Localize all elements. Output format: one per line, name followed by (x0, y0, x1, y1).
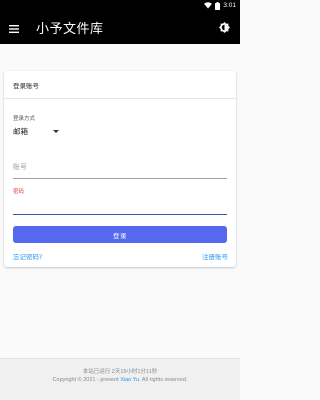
author-link[interactable]: Xiao Yu (120, 377, 139, 383)
copyright-prefix: Copyright © 2021 - present (52, 377, 119, 383)
app-bar: 小予文件库 (0, 11, 240, 44)
login-method-value: 邮箱 (13, 126, 28, 136)
copyright-suffix: . All rights reserved. (139, 377, 188, 383)
password-label: 密码 (13, 189, 25, 195)
chevron-down-icon (53, 129, 59, 133)
app-title: 小予文件库 (36, 22, 104, 37)
account-input[interactable]: 账号 (13, 155, 227, 179)
login-card: 登录账号 登录方式 邮箱 账号 密码 登录 忘记密码? 注册账号 (4, 71, 236, 267)
forgot-password-link[interactable]: 忘记密码? (13, 251, 42, 261)
login-button[interactable]: 登录 (13, 226, 227, 243)
status-bar: 3:01 (0, 0, 240, 11)
password-input[interactable]: 密码 (13, 186, 227, 215)
footer: 本站已运行 2天15小时1分11秒 Copyright © 2021 - pre… (0, 358, 240, 400)
login-method-select[interactable]: 邮箱 (13, 124, 59, 138)
account-placeholder: 账号 (13, 163, 27, 171)
menu-icon (9, 18, 19, 37)
login-method-label: 登录方式 (13, 116, 36, 122)
copyright-text: Copyright © 2021 - present Xiao Yu. All … (0, 377, 240, 383)
theme-toggle-button[interactable] (213, 11, 235, 44)
theme-toggle-icon (218, 18, 230, 37)
uptime-text: 本站已运行 2天15小时1分11秒 (82, 369, 158, 375)
register-link[interactable]: 注册账号 (202, 251, 228, 261)
status-time: 3:01 (223, 2, 236, 9)
wifi-icon (204, 2, 213, 9)
battery-icon (215, 1, 221, 10)
card-title: 登录账号 (4, 71, 236, 99)
menu-button[interactable] (1, 11, 27, 44)
